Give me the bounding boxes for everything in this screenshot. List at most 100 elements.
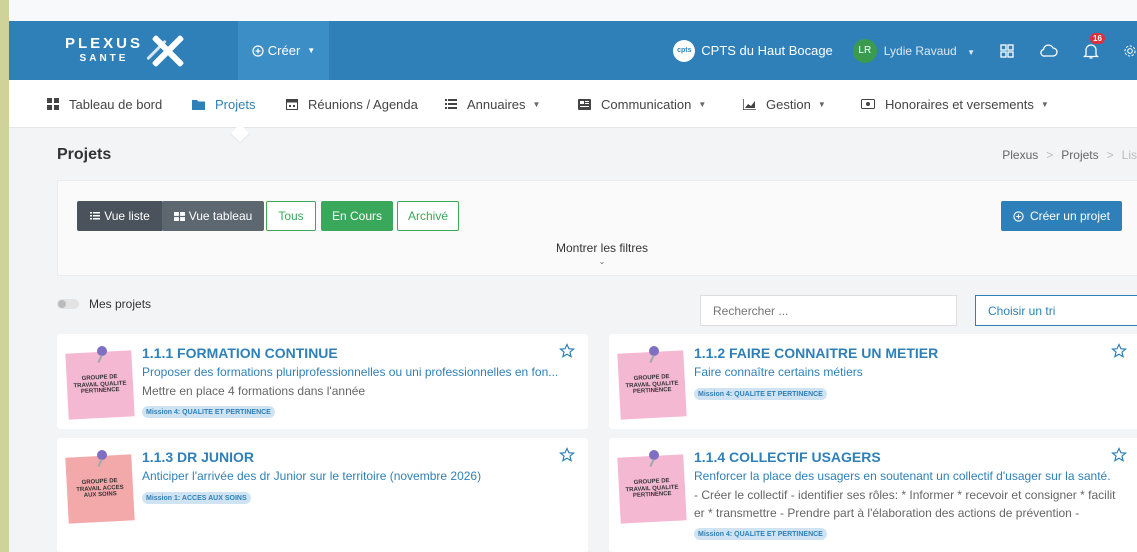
logo-line1: PLEXUS	[65, 34, 144, 52]
project-subtitle: Faire connaître certains métiers	[694, 365, 863, 379]
menu-label: Réunions / Agenda	[308, 96, 418, 112]
plus-circle-icon	[252, 44, 264, 57]
show-filters-label: Montrer les filtres	[555, 241, 649, 255]
app-frame: PLEXUS SANTE Créer ▼ cpts CPTS du Haut B…	[9, 0, 1137, 552]
chevron-down-icon: ▼	[532, 99, 541, 109]
project-description: - Créer le collectif - identifier ses rô…	[694, 488, 1116, 520]
menu-item-meetings[interactable]: Réunions / Agenda	[286, 80, 418, 128]
sticky-note-image: GROUPE DE TRAVAIL ACCES AUX SOINS	[65, 450, 135, 524]
my-projects-toggle-row: Mes projets	[57, 297, 151, 311]
project-subtitle: Renforcer la place des usagers en souten…	[694, 469, 1111, 483]
project-title[interactable]: 1.1.3 DR JUNIOR	[142, 449, 254, 465]
project-title[interactable]: 1.1.2 FAIRE CONNAITRE UN METIER	[694, 345, 938, 361]
menu-label: Annuaires	[467, 96, 526, 112]
list-icon	[90, 212, 101, 220]
avatar[interactable]: LR	[852, 38, 877, 63]
navbar: PLEXUS SANTE Créer ▼ cpts CPTS du Haut B…	[9, 21, 1137, 80]
view-list-label: Vue liste	[104, 209, 150, 223]
chevron-down-icon: ▼	[967, 47, 975, 57]
pin-icon	[649, 346, 659, 356]
breadcrumb-separator: >	[1106, 148, 1114, 162]
user-name: Lydie Ravaud	[883, 43, 957, 58]
view-table-button[interactable]: Vue tableau	[162, 201, 264, 231]
menu-item-directories[interactable]: Annuaires ▼	[445, 80, 540, 128]
filter-panel: Vue liste Vue tableau Tous En Cours Arch…	[57, 180, 1137, 276]
pin-icon	[649, 450, 659, 460]
create-label: Créer	[267, 43, 301, 58]
breadcrumb-projects[interactable]: Projets	[1061, 148, 1098, 162]
view-list-button[interactable]: Vue liste	[77, 201, 163, 231]
chevron-down-icon: ▼	[817, 99, 826, 109]
logo-line2: SANTE	[79, 52, 129, 64]
breadcrumb-plexus[interactable]: Plexus	[1002, 148, 1038, 162]
menu-label: Tableau de bord	[69, 96, 163, 112]
menu-item-management[interactable]: Gestion ▼	[743, 80, 826, 128]
breadcrumb-separator: >	[1046, 148, 1054, 162]
plus-circle-icon	[1013, 210, 1024, 222]
view-table-label: Vue tableau	[188, 209, 253, 223]
project-card[interactable]: GROUPE DE TRAVAIL ACCES AUX SOINS 1.1.3 …	[57, 438, 588, 552]
org-logo-icon: cpts	[673, 39, 696, 62]
breadcrumb: Plexus > Projets > Liste	[1002, 148, 1137, 162]
star-icon[interactable]	[1111, 447, 1127, 463]
pin-icon	[97, 346, 107, 356]
menu-item-communication[interactable]: Communication ▼	[578, 80, 706, 128]
bell-icon[interactable]: 16	[1081, 32, 1105, 61]
sort-select[interactable]: Choisir un tri	[975, 295, 1137, 326]
notification-badge: 16	[1090, 32, 1105, 44]
page-title: Projets	[57, 146, 112, 163]
apps-grid-icon[interactable]	[997, 41, 1017, 61]
project-title[interactable]: 1.1.4 COLLECTIF USAGERS	[694, 449, 881, 465]
list-icon	[445, 99, 457, 109]
chevron-down-icon: ▼	[307, 46, 316, 55]
create-project-button[interactable]: Créer un projet	[1001, 201, 1122, 231]
star-icon[interactable]	[1111, 343, 1127, 359]
newspaper-icon	[578, 98, 591, 110]
calendar-icon	[286, 99, 298, 110]
menu-label: Honoraires et versements	[885, 96, 1034, 112]
gear-icon[interactable]	[1123, 41, 1137, 61]
sticky-note-image: GROUPE DE TRAVAIL QUALITE PERTINENCE	[617, 346, 687, 420]
project-title[interactable]: 1.1.1 FORMATION CONTINUE	[142, 345, 338, 361]
table-icon	[173, 211, 185, 221]
project-card[interactable]: GROUPE DE TRAVAIL QUALITE PERTINENCE 1.1…	[57, 334, 588, 429]
star-icon[interactable]	[559, 343, 575, 359]
sticky-note-image: GROUPE DE TRAVAIL QUALITE PERTINENCE	[65, 346, 135, 420]
project-description: Mettre en place 4 formations dans l'anné…	[142, 384, 366, 398]
mission-tag: Mission 1: ACCES AUX SOINS	[142, 492, 251, 504]
project-card[interactable]: GROUPE DE TRAVAIL QUALITE PERTINENCE 1.1…	[609, 334, 1137, 429]
my-projects-label: Mes projets	[89, 297, 152, 311]
navbar-right: cpts CPTS du Haut Bocage LR Lydie Ravaud…	[673, 21, 1137, 80]
cloud-icon[interactable]	[1039, 41, 1059, 61]
show-filters-toggle[interactable]: Montrer les filtres ⌄	[58, 241, 1137, 266]
user-menu[interactable]: Lydie Ravaud ▼	[884, 44, 975, 58]
menu-label: Gestion	[766, 96, 811, 112]
filter-all-button[interactable]: Tous	[266, 201, 316, 231]
filter-in-progress-button[interactable]: En Cours	[321, 201, 393, 231]
menu-item-dashboard[interactable]: Tableau de bord	[47, 80, 162, 128]
top-strip	[9, 0, 1137, 21]
org-name[interactable]: CPTS du Haut Bocage	[701, 43, 833, 58]
search-input[interactable]	[700, 295, 957, 326]
main-menu: Tableau de bord Projets Réunions / Agend…	[9, 80, 1137, 128]
menu-item-projects[interactable]: Projets	[192, 80, 255, 128]
mission-tag: Mission 4: QUALITE ET PERTINENCE	[694, 388, 827, 400]
star-icon[interactable]	[559, 447, 575, 463]
chevron-down-icon: ⌄	[598, 257, 606, 266]
create-menu-button[interactable]: Créer ▼	[238, 21, 329, 80]
logo-text: PLEXUS SANTE	[65, 36, 143, 66]
chevron-down-icon: ▼	[698, 99, 707, 109]
money-icon	[861, 99, 875, 109]
folder-icon	[192, 99, 205, 110]
my-projects-toggle[interactable]	[57, 299, 79, 309]
project-subtitle: Proposer des formations pluriprofessionn…	[142, 365, 559, 379]
sticky-note-image: GROUPE DE TRAVAIL QUALITE PERTINENCE	[617, 450, 687, 524]
filter-archived-button[interactable]: Archivé	[397, 201, 459, 231]
chevron-down-icon: ▼	[1040, 99, 1049, 109]
menu-item-fees[interactable]: Honoraires et versements ▼	[861, 80, 1049, 128]
pin-icon	[97, 450, 107, 460]
project-card[interactable]: GROUPE DE TRAVAIL QUALITE PERTINENCE 1.1…	[609, 438, 1137, 552]
logo-x-icon	[146, 33, 187, 69]
logo[interactable]: PLEXUS SANTE	[65, 21, 225, 80]
chart-icon	[743, 98, 756, 110]
